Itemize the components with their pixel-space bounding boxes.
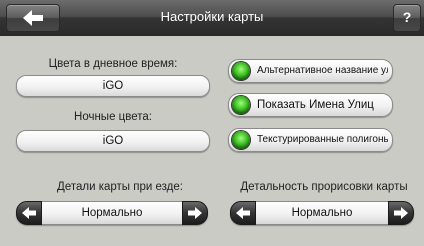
arrow-right-icon [188, 207, 202, 219]
driving-detail-stepper: Нормально [16, 201, 208, 225]
toggle-on-indicator [232, 96, 250, 114]
toggle-textured-polygons[interactable]: Текстурированные полигоны [228, 128, 393, 152]
settings-panel: Цвета в дневное время: iGO Ночные цвета:… [0, 36, 424, 246]
toggle-on-indicator [232, 62, 250, 80]
render-detail-stepper: Нормально [230, 201, 414, 225]
toggle-show-street-names[interactable]: Показать Имена Улиц [228, 93, 393, 117]
driving-detail-next-button[interactable] [182, 201, 208, 225]
help-label: ? [402, 9, 412, 25]
toggle-on-indicator [232, 131, 250, 149]
day-colors-label: Цвета в дневное время: [48, 58, 178, 70]
page-title: Настройки карты [160, 9, 264, 24]
toggle-label: Показать Имена Улиц [257, 99, 374, 111]
help-button[interactable]: ? [393, 4, 421, 32]
driving-detail-label: Детали карты при езде: [57, 181, 183, 193]
render-detail-prev-button[interactable] [230, 201, 256, 225]
title-bar: Настройки карты ? [0, 0, 424, 36]
render-detail-label: Детальность прорисовки карты [240, 181, 408, 193]
driving-detail-value: Нормально [81, 207, 143, 219]
arrow-right-icon [394, 207, 408, 219]
toggle-label: Текстурированные полигоны [257, 134, 388, 145]
toggle-alt-street-names[interactable]: Альтернативное название улиц [228, 59, 393, 83]
toggle-label: Альтернативное название улиц [257, 65, 388, 76]
driving-detail-prev-button[interactable] [16, 201, 42, 225]
arrow-left-icon [22, 207, 36, 219]
render-detail-value: Нормально [291, 207, 353, 219]
night-colors-label: Ночные цвета: [74, 111, 152, 123]
arrow-left-icon [236, 207, 250, 219]
night-colors-select[interactable]: iGO [16, 130, 210, 152]
render-detail-next-button[interactable] [388, 201, 414, 225]
day-colors-select[interactable]: iGO [16, 75, 210, 97]
